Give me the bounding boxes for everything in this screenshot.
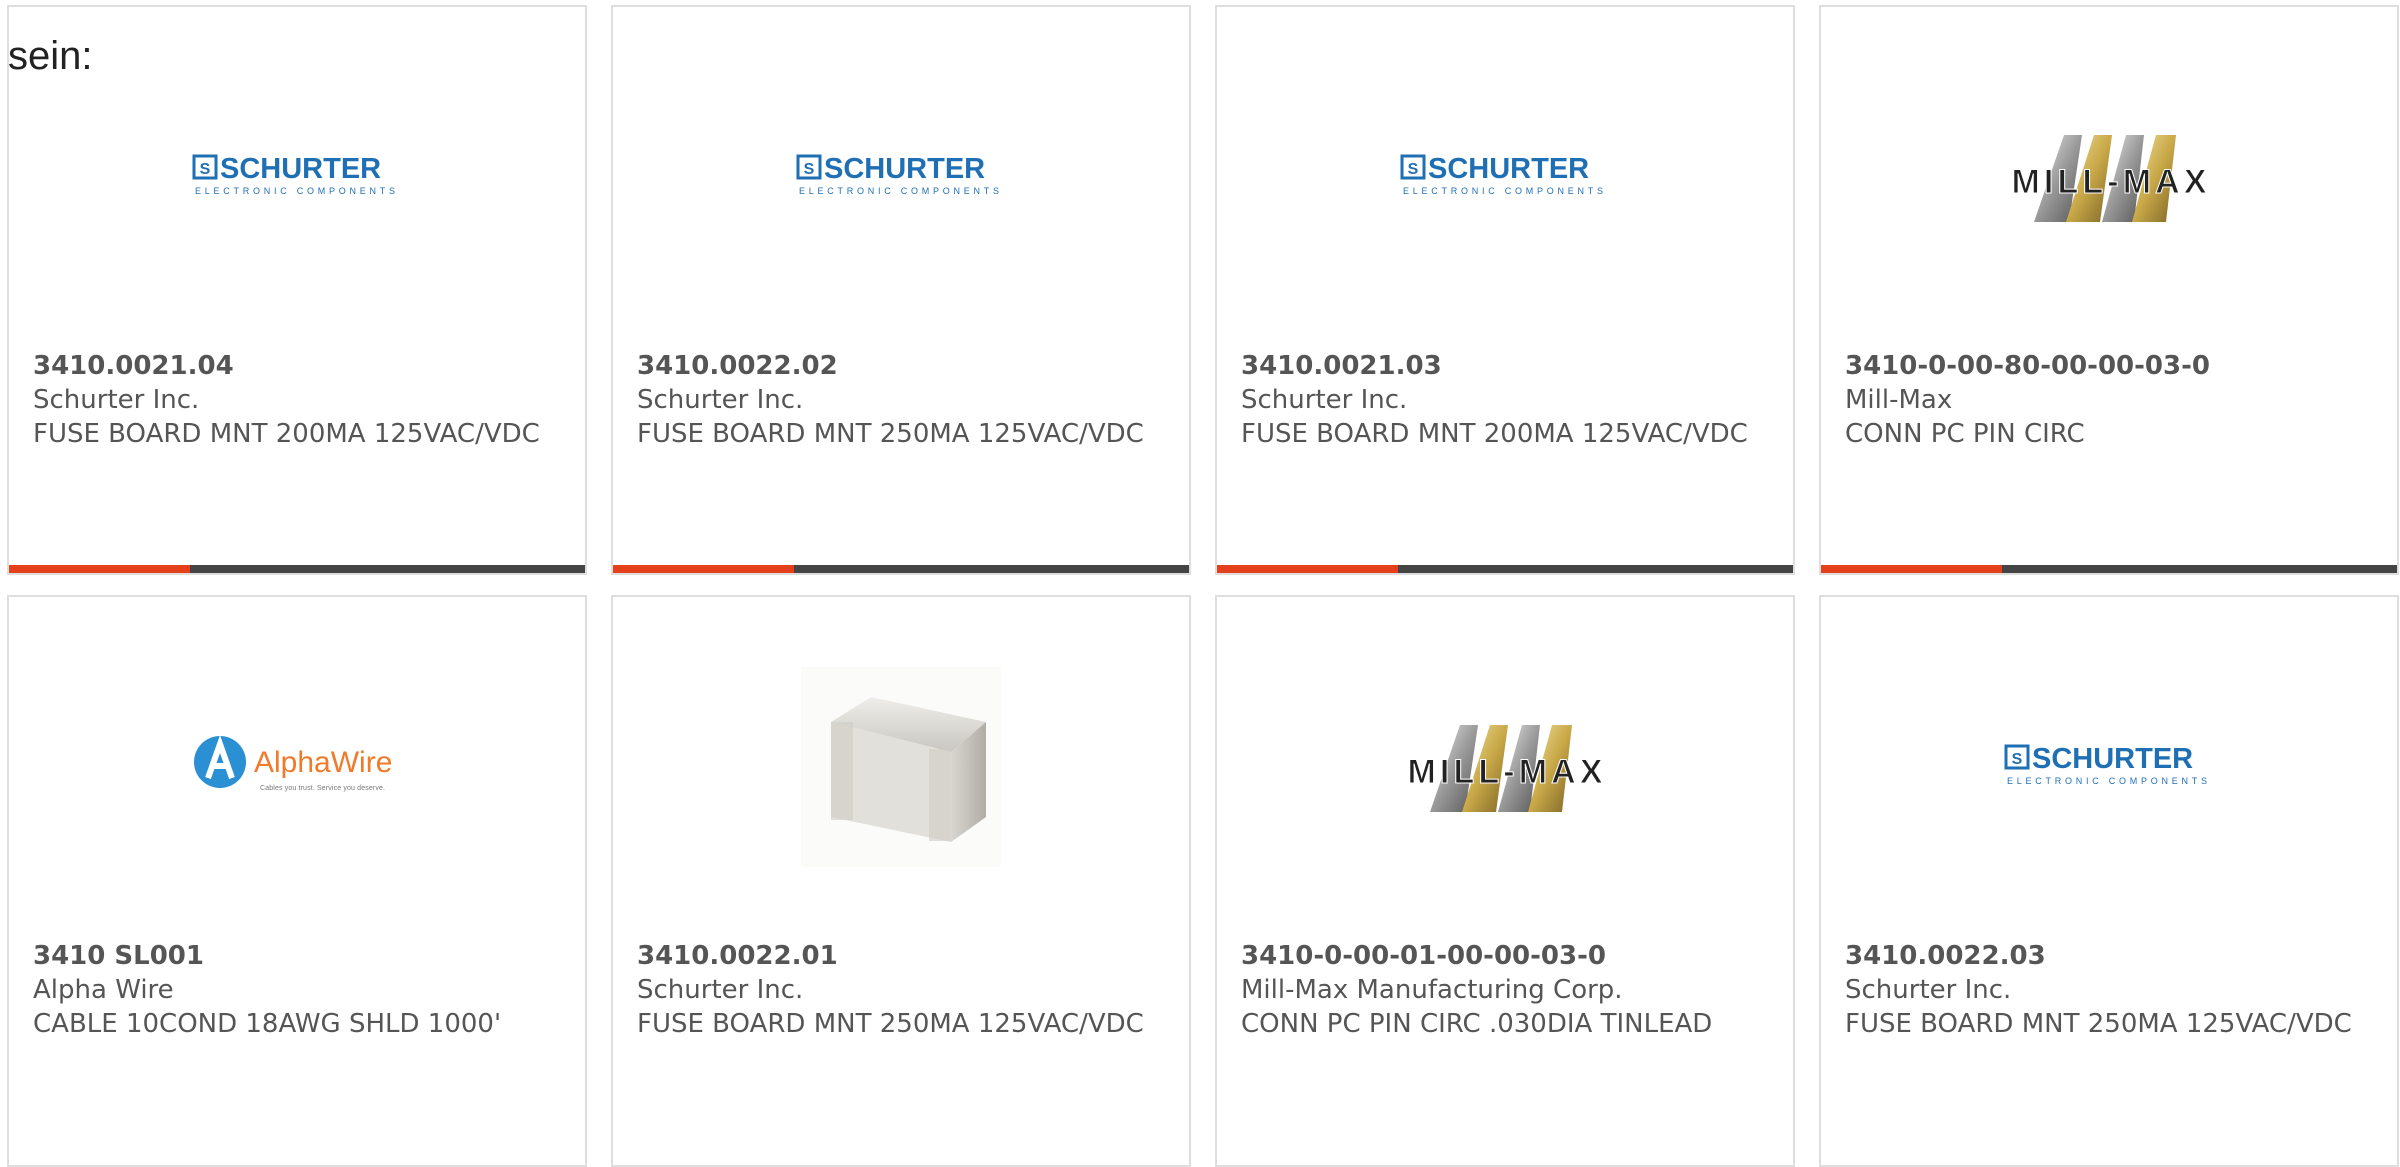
description: FUSE BOARD MNT 250MA 125VAC/VDC [1845, 1009, 2352, 1039]
svg-text:SCHURTER: SCHURTER [2032, 743, 2193, 775]
part-number[interactable]: 3410.0021.03 [1241, 349, 1773, 383]
svg-text:SCHURTER: SCHURTER [824, 153, 985, 185]
svg-text:MILL-MAX: MILL-MAX [1408, 753, 1603, 791]
svg-text:ELECTRONIC COMPONENTS: ELECTRONIC COMPONENTS [799, 186, 999, 196]
part-number[interactable]: 3410 SL001 [33, 939, 565, 973]
svg-text:Cables you trust. Service you: Cables you trust. Service you deserve. [260, 785, 385, 792]
part-number[interactable]: 3410.0022.01 [637, 939, 1169, 973]
description: FUSE BOARD MNT 200MA 125VAC/VDC [1241, 419, 1748, 449]
svg-text:S: S [804, 161, 815, 178]
svg-text:ELECTRONIC COMPONENTS: ELECTRONIC COMPONENTS [195, 186, 395, 196]
alphawire-logo: AlphaWire Cables you trust. Service you … [9, 657, 585, 877]
manufacturer: Schurter Inc. [33, 385, 200, 415]
part-number[interactable]: 3410.0022.03 [1845, 939, 2377, 973]
manufacturer: Schurter Inc. [1241, 385, 1408, 415]
product-card[interactable]: MILL-MAX 3410-0-00-80-00-00-03-0 Mill-Ma… [1819, 5, 2399, 575]
product-card[interactable]: MILL-MAX 3410-0-00-01-00-00-03-0 Mill-Ma… [1215, 595, 1795, 1167]
part-number[interactable]: 3410-0-00-01-00-00-03-0 [1241, 939, 1773, 973]
manufacturer: Alpha Wire [33, 975, 174, 1005]
millmax-logo: MILL-MAX [1217, 657, 1793, 877]
millmax-logo: MILL-MAX [1821, 67, 2397, 287]
product-grid-row-2: AlphaWire Cables you trust. Service you … [7, 595, 2400, 1167]
product-card[interactable]: S SCHURTER ELECTRONIC COMPONENTS 3410.00… [7, 5, 587, 575]
schurter-logo: S SCHURTER ELECTRONIC COMPONENTS [1821, 657, 2397, 877]
description: FUSE BOARD MNT 200MA 125VAC/VDC [33, 419, 540, 449]
manufacturer: Schurter Inc. [637, 385, 804, 415]
description: FUSE BOARD MNT 250MA 125VAC/VDC [637, 419, 1144, 449]
part-number[interactable]: 3410.0021.04 [33, 349, 565, 383]
svg-text:S: S [2012, 751, 2023, 768]
card-accent-bar [1217, 565, 1793, 573]
svg-text:SCHURTER: SCHURTER [220, 153, 381, 185]
svg-text:AlphaWire: AlphaWire [254, 746, 392, 779]
manufacturer: Mill-Max [1845, 385, 1953, 415]
product-card[interactable]: S SCHURTER ELECTRONIC COMPONENTS 3410.00… [1215, 5, 1795, 575]
manufacturer: Mill-Max Manufacturing Corp. [1241, 975, 1623, 1005]
product-card[interactable]: S SCHURTER ELECTRONIC COMPONENTS 3410.00… [1819, 595, 2399, 1167]
description: CONN PC PIN CIRC .030DIA TINLEAD [1241, 1009, 1713, 1039]
part-number[interactable]: 3410.0022.02 [637, 349, 1169, 383]
svg-text:ELECTRONIC COMPONENTS: ELECTRONIC COMPONENTS [1403, 186, 1603, 196]
intro-text: sein: [8, 34, 93, 78]
svg-text:S: S [200, 161, 211, 178]
card-accent-bar [1821, 565, 2397, 573]
card-accent-bar [9, 565, 585, 573]
description: FUSE BOARD MNT 250MA 125VAC/VDC [637, 1009, 1144, 1039]
svg-text:S: S [1408, 161, 1419, 178]
product-card[interactable]: AlphaWire Cables you trust. Service you … [7, 595, 587, 1167]
schurter-logo: S SCHURTER ELECTRONIC COMPONENTS [9, 67, 585, 287]
fuse-product-photo [613, 657, 1189, 877]
card-accent-bar [613, 565, 1189, 573]
description: CABLE 10COND 18AWG SHLD 1000' [33, 1009, 502, 1039]
svg-text:SCHURTER: SCHURTER [1428, 153, 1589, 185]
schurter-logo: S SCHURTER ELECTRONIC COMPONENTS [1217, 67, 1793, 287]
svg-text:ELECTRONIC COMPONENTS: ELECTRONIC COMPONENTS [2007, 776, 2207, 786]
product-card[interactable]: 3410.0022.01 Schurter Inc. FUSE BOARD MN… [611, 595, 1191, 1167]
manufacturer: Schurter Inc. [1845, 975, 2012, 1005]
description: CONN PC PIN CIRC [1845, 419, 2085, 449]
part-number[interactable]: 3410-0-00-80-00-00-03-0 [1845, 349, 2377, 383]
product-grid: S SCHURTER ELECTRONIC COMPONENTS 3410.00… [7, 5, 2400, 575]
manufacturer: Schurter Inc. [637, 975, 804, 1005]
schurter-logo: S SCHURTER ELECTRONIC COMPONENTS [613, 67, 1189, 287]
svg-text:MILL-MAX: MILL-MAX [2012, 163, 2207, 201]
product-card[interactable]: S SCHURTER ELECTRONIC COMPONENTS 3410.00… [611, 5, 1191, 575]
